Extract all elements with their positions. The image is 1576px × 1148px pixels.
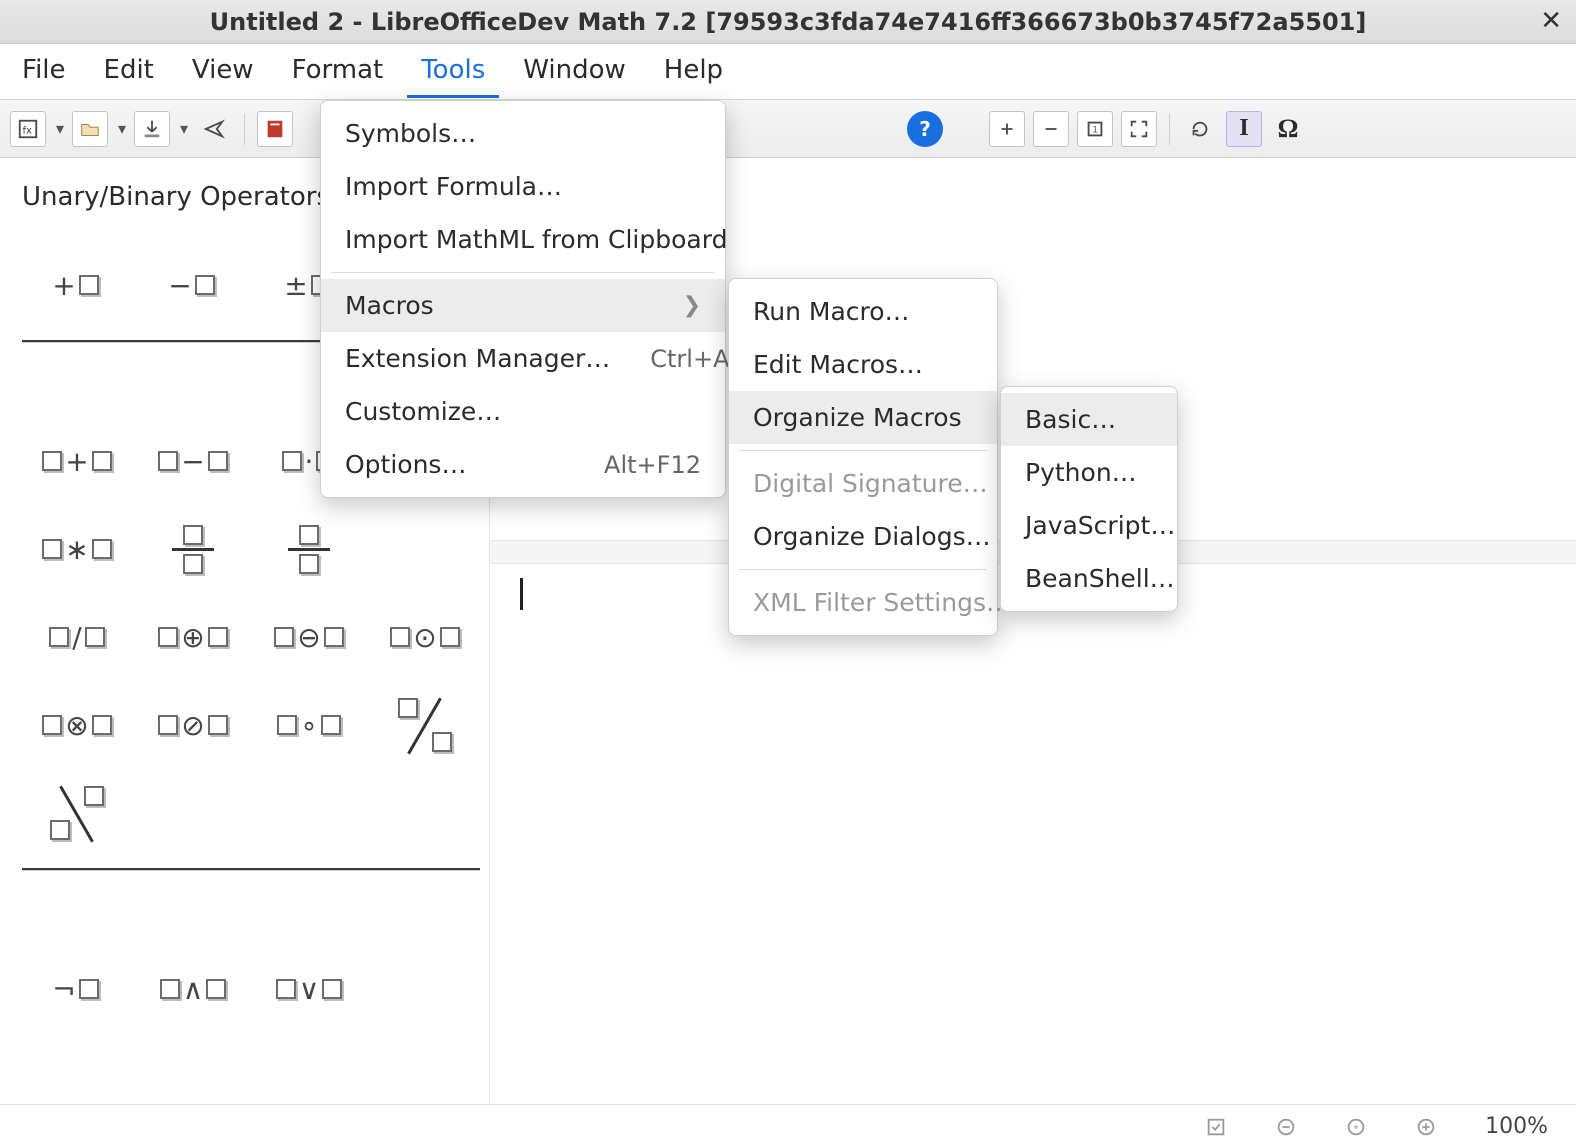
tools-import-mathml[interactable]: Import MathML from Clipboard	[321, 213, 725, 266]
save-icon[interactable]	[134, 111, 170, 147]
menu-edit[interactable]: Edit	[90, 45, 168, 98]
macros-run[interactable]: Run Macro…	[729, 285, 997, 338]
tools-sep-1	[331, 272, 715, 273]
save-dropdown-icon[interactable]: ▾	[178, 119, 188, 138]
macros-sep-2	[739, 569, 987, 570]
open-dropdown-icon[interactable]: ▾	[116, 119, 126, 138]
svg-text:1: 1	[1092, 124, 1098, 135]
op-or[interactable]: ∨	[254, 948, 364, 1030]
zoom-out-icon[interactable]	[1033, 111, 1069, 147]
status-modified-icon	[1205, 1116, 1227, 1138]
chevron-right-icon: ❯	[683, 293, 701, 318]
tools-options[interactable]: Options… Alt+F12	[321, 438, 725, 491]
organize-macros-submenu: Basic… Python… JavaScript… BeanShell…	[1000, 386, 1178, 612]
op-and[interactable]: ∧	[138, 948, 248, 1030]
op-otimes[interactable]: ⊗	[22, 684, 132, 766]
menu-window[interactable]: Window	[509, 45, 640, 98]
macros-organize-dialogs[interactable]: Organize Dialogs…	[729, 510, 997, 563]
operators-separator-2	[22, 868, 480, 871]
send-icon[interactable]	[196, 111, 232, 147]
menu-tools[interactable]: Tools	[407, 45, 499, 98]
toolbar-separator	[244, 113, 245, 145]
macros-edit[interactable]: Edit Macros…	[729, 338, 997, 391]
op-add[interactable]: +	[22, 420, 132, 502]
toolbar: fx ▾ ▾ ▾ ? 1 I Ω	[0, 100, 1576, 158]
help-icon[interactable]: ?	[907, 111, 943, 147]
op-hidden-3	[370, 508, 480, 590]
titlebar: Untitled 2 - LibreOfficeDev Math 7.2 [79…	[0, 0, 1576, 44]
op-oslash[interactable]: ⊘	[138, 684, 248, 766]
menubar: File Edit View Format Tools Window Help	[0, 44, 1576, 100]
close-icon[interactable]: ✕	[1540, 6, 1562, 36]
statusbar: 100%	[0, 1104, 1576, 1148]
new-formula-icon[interactable]: fx	[10, 111, 46, 147]
organize-javascript[interactable]: JavaScript…	[1001, 499, 1177, 552]
organize-basic[interactable]: Basic…	[1001, 393, 1177, 446]
menu-file[interactable]: File	[8, 45, 80, 98]
op-times[interactable]: ∗	[22, 508, 132, 590]
window-title: Untitled 2 - LibreOfficeDev Math 7.2 [79…	[210, 8, 1367, 36]
op-div[interactable]: /	[22, 596, 132, 678]
op-minus[interactable]: −	[138, 244, 248, 326]
symbols-icon[interactable]: Ω	[1270, 111, 1306, 147]
pdf-export-icon[interactable]	[257, 111, 293, 147]
organize-python[interactable]: Python…	[1001, 446, 1177, 499]
op-neg[interactable]: ¬	[22, 948, 132, 1030]
macros-digital-signature: Digital Signature…	[729, 457, 997, 510]
op-circ[interactable]: ∘	[254, 684, 364, 766]
zoom-in-icon[interactable]	[989, 111, 1025, 147]
macros-xml-filter: XML Filter Settings…	[729, 576, 997, 629]
op-odot[interactable]: ⊙	[370, 596, 480, 678]
zoom-100-icon[interactable]: 1	[1077, 111, 1113, 147]
new-dropdown-icon[interactable]: ▾	[54, 119, 64, 138]
svg-text:fx: fx	[23, 125, 33, 136]
op-plus[interactable]: +	[22, 244, 132, 326]
tools-symbols[interactable]: Symbols…	[321, 107, 725, 160]
op-frac[interactable]	[138, 508, 248, 590]
refresh-icon[interactable]	[1182, 111, 1218, 147]
toolbar-separator-2	[1169, 113, 1170, 145]
tools-customize[interactable]: Customize…	[321, 385, 725, 438]
menu-view[interactable]: View	[178, 45, 268, 98]
tools-menu: Symbols… Import Formula… Import MathML f…	[320, 100, 726, 498]
text-caret	[520, 578, 523, 610]
status-zoom-in-icon[interactable]	[1415, 1116, 1437, 1138]
tools-macros[interactable]: Macros ❯	[321, 279, 725, 332]
macros-submenu: Run Macro… Edit Macros… Organize Macros …	[728, 278, 998, 636]
status-zoom-reset-icon[interactable]	[1345, 1116, 1367, 1138]
formula-cursor-icon[interactable]: I	[1226, 111, 1262, 147]
op-widebslash[interactable]	[22, 772, 132, 854]
op-frac-2[interactable]	[254, 508, 364, 590]
op-sub[interactable]: −	[138, 420, 248, 502]
tools-import-formula[interactable]: Import Formula…	[321, 160, 725, 213]
organize-beanshell[interactable]: BeanShell…	[1001, 552, 1177, 605]
op-wideslash[interactable]	[370, 684, 480, 766]
open-icon[interactable]	[72, 111, 108, 147]
op-ominus[interactable]: ⊖	[254, 596, 364, 678]
zoom-level[interactable]: 100%	[1485, 1114, 1548, 1139]
zoom-fit-icon[interactable]	[1121, 111, 1157, 147]
tools-extension-manager[interactable]: Extension Manager… Ctrl+Alt+E	[321, 332, 725, 385]
macros-sep-1	[739, 450, 987, 451]
macros-organize[interactable]: Organize Macros ❯	[729, 391, 997, 444]
menu-help[interactable]: Help	[650, 45, 737, 98]
status-zoom-out-icon[interactable]	[1275, 1116, 1297, 1138]
op-oplus[interactable]: ⊕	[138, 596, 248, 678]
menu-format[interactable]: Format	[278, 45, 398, 98]
